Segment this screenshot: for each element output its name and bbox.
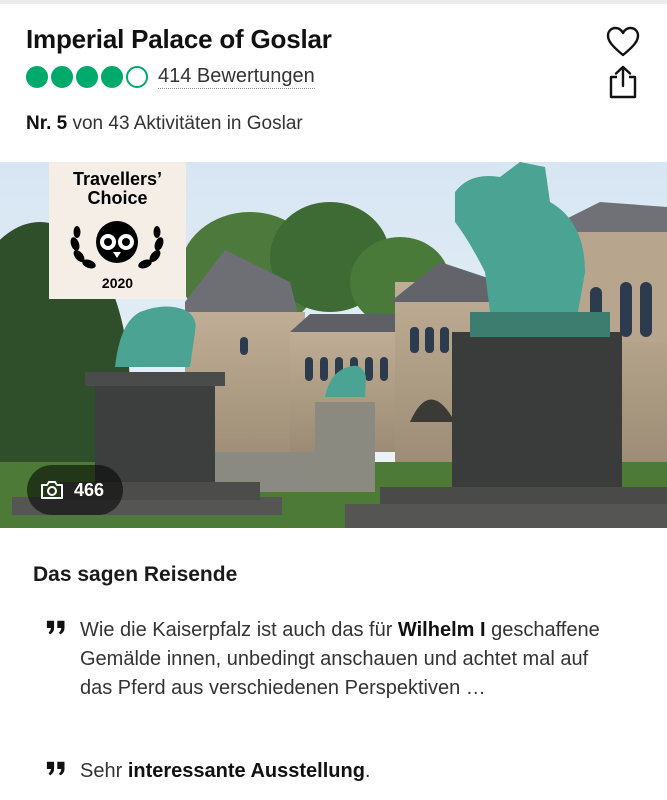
badge-title-line-1: Travellers’	[72, 169, 163, 189]
review-snippet[interactable]: Sehr interessante Ausstellung.	[33, 757, 633, 786]
review-highlight: interessante Ausstellung	[127, 760, 365, 782]
share-icon[interactable]	[607, 64, 639, 100]
owl-laurel-icon	[70, 221, 164, 269]
rating-bubble-filled	[26, 66, 48, 88]
rank-rest: von 43 Aktivitäten in Goslar	[67, 113, 303, 134]
rating-bubble-empty	[126, 66, 148, 88]
review-text: Sehr interessante Ausstellung.	[80, 757, 625, 786]
page-title: Imperial Palace of Goslar	[26, 24, 332, 54]
photo-count: 466	[74, 479, 105, 500]
heart-icon[interactable]	[606, 26, 640, 58]
rank-number: Nr. 5	[26, 113, 68, 134]
review-highlight: Wilhelm I	[397, 619, 486, 641]
travellers-choice-badge: Travellers’ Choice 2020	[49, 162, 186, 299]
review-text-part: Sehr	[80, 760, 128, 782]
review-snippet[interactable]: Wie die Kaiserpfalz ist auch das für Wil…	[33, 616, 633, 703]
quote-icon	[46, 620, 65, 635]
rating-bubble-filled	[76, 66, 98, 88]
top-divider	[0, 0, 667, 4]
rating-bubble-filled	[51, 66, 73, 88]
badge-year: 2020	[101, 275, 134, 291]
rating-row[interactable]: 414 Bewertungen	[26, 64, 315, 90]
rating-bubbles	[26, 66, 148, 88]
rating-bubble-filled	[101, 66, 123, 88]
section-title: Das sagen Reisende	[33, 563, 238, 586]
photo-count-button[interactable]: 466	[27, 465, 123, 515]
badge-title-line-2: Choice	[87, 188, 148, 208]
review-text: Wie die Kaiserpfalz ist auch das für Wil…	[80, 616, 625, 703]
review-text-part: .	[364, 760, 371, 782]
quote-icon	[46, 761, 65, 776]
ranking-text: Nr. 5 von 43 Aktivitäten in Goslar	[26, 113, 303, 135]
reviews-link[interactable]: 414 Bewertungen	[158, 65, 315, 89]
review-text-part: Wie die Kaiserpfalz ist auch das für	[80, 619, 398, 641]
camera-icon	[41, 481, 63, 499]
